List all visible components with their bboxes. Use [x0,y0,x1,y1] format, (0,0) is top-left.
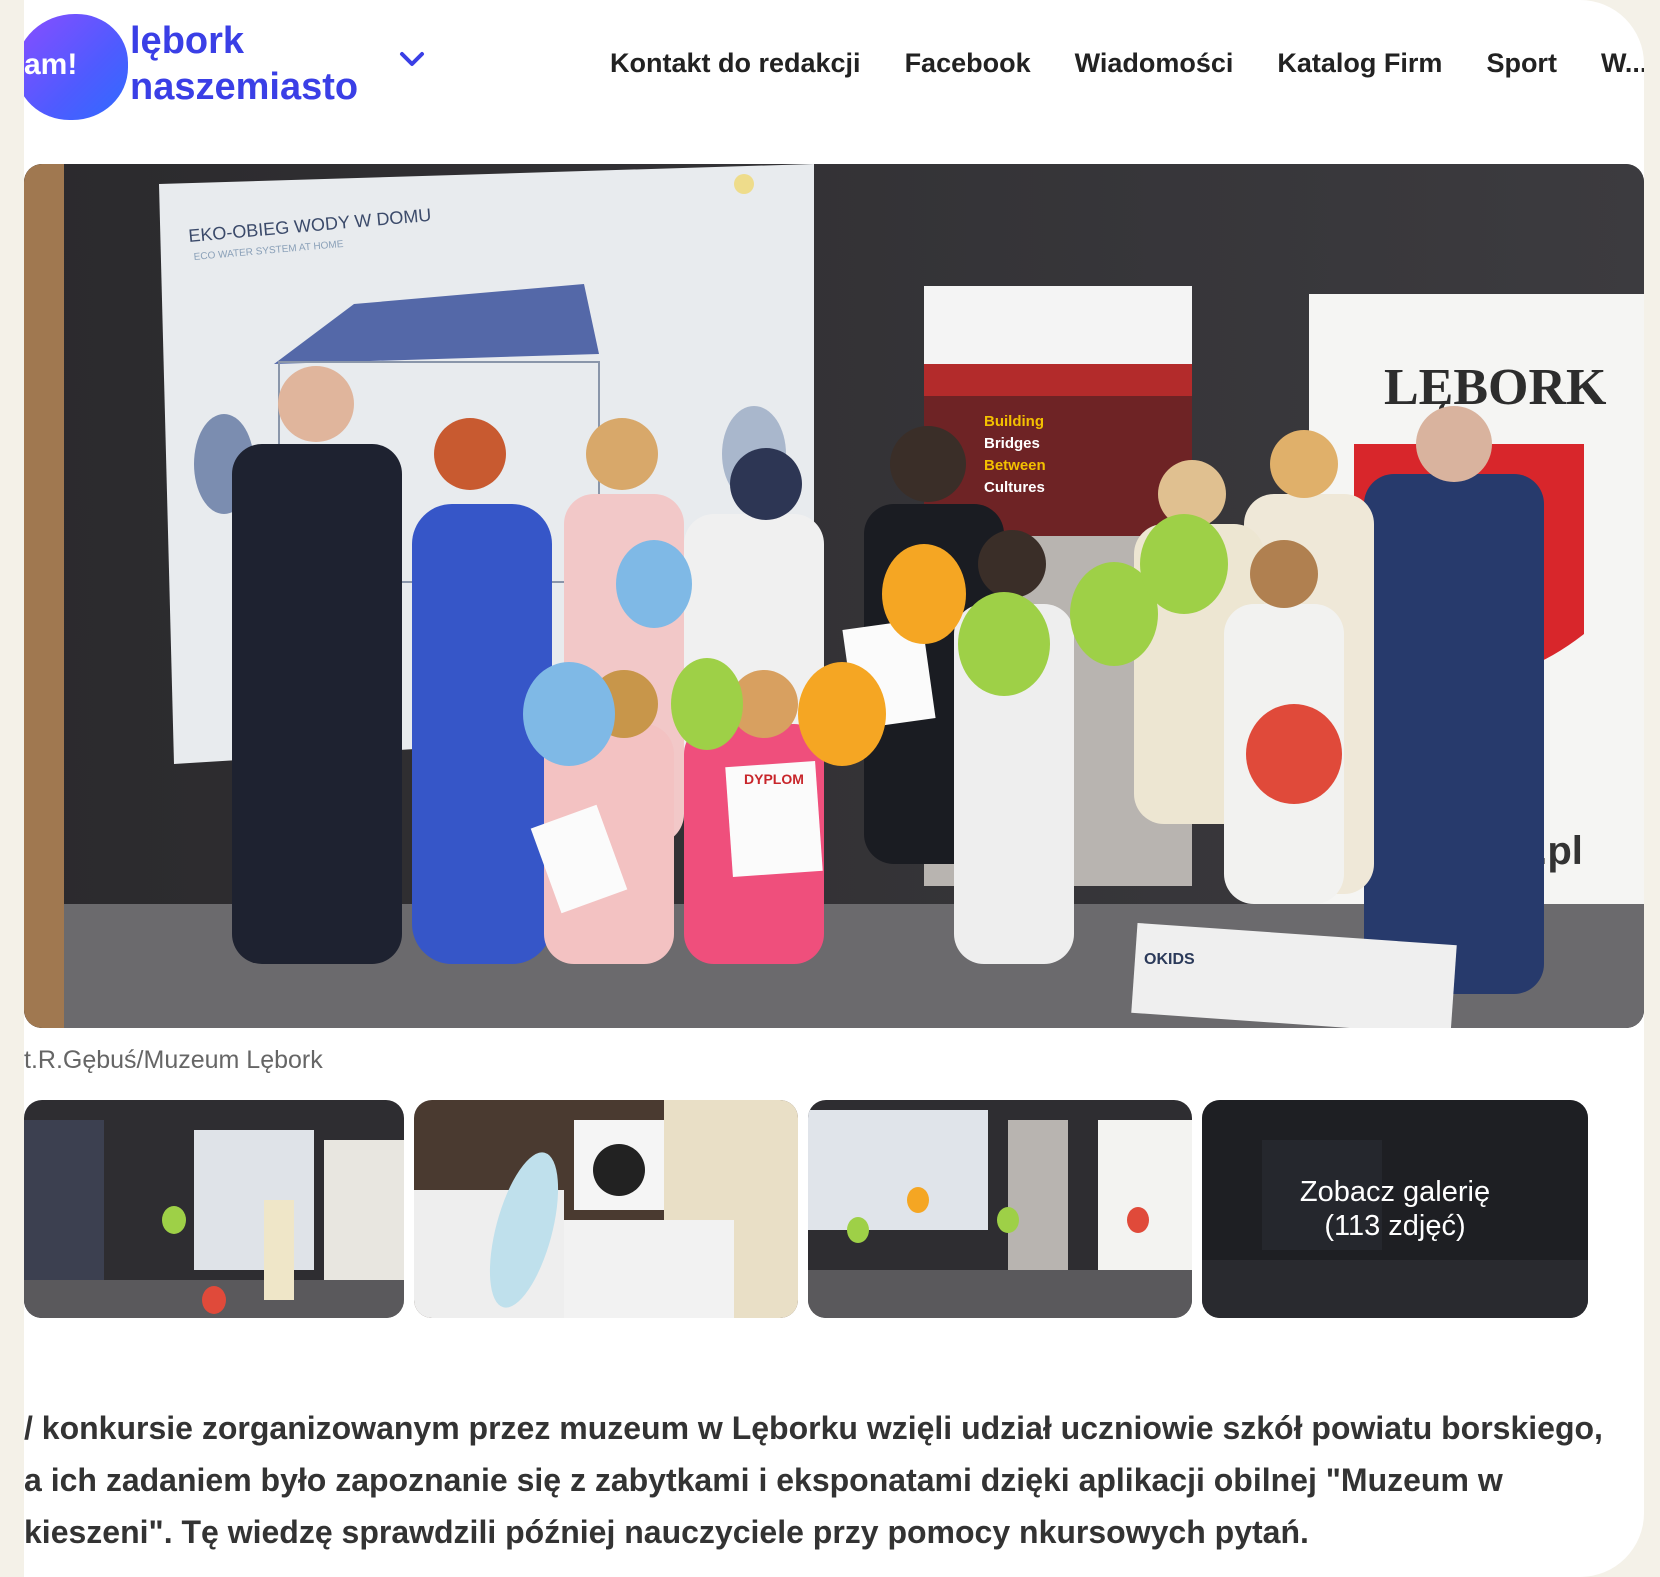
gallery-cta[interactable]: Zobacz galerię (113 zdjęć) [1202,1100,1588,1318]
banner-text-1: Building [984,413,1044,430]
hero-photo[interactable]: EKO-OBIEG WODY W DOMU ECO WATER SYSTEM A… [24,164,1644,1028]
city-banner-text: LĘBORK [1384,359,1607,416]
brand-name[interactable]: lębork naszemiasto [130,18,358,110]
hero-photo-scene: EKO-OBIEG WODY W DOMU ECO WATER SYSTEM A… [24,164,1644,1028]
gallery-thumb-1[interactable] [24,1100,404,1318]
page-frame: am! lębork naszemiasto Kontakt do redakc… [24,0,1644,1577]
gallery-thumb-3[interactable] [808,1100,1192,1318]
main-nav: Kontakt do redakcji Facebook Wiadomości … [610,48,1644,79]
thumb-3-image [808,1100,1192,1318]
thumb-1-image [24,1100,404,1318]
gallery-thumb-4[interactable]: Zobacz galerię (113 zdjęć) [1202,1100,1588,1318]
article-lead: / konkursie zorganizowanym przez muzeum … [24,1410,1603,1550]
nav-item-katalog-firm[interactable]: Katalog Firm [1277,48,1442,79]
thumb-2-image [414,1100,798,1318]
nav-item-facebook[interactable]: Facebook [905,48,1031,79]
gallery-cta-count: (113 zdjęć) [1324,1210,1466,1242]
box-label: OKIDS [1144,951,1195,968]
brand-line-1: lębork [130,20,245,62]
banner-text-4: Cultures [984,479,1045,496]
banner-text-3: Between [984,457,1046,474]
chevron-down-icon[interactable] [394,46,430,74]
brand-line-2: naszemiasto [130,66,359,108]
logo-icon[interactable]: am! [24,14,128,120]
gallery-thumbnails: Zobacz galerię (113 zdjęć) [24,1100,1644,1320]
gallery-thumb-2[interactable] [414,1100,798,1318]
photo-caption: t.R.Gębuś/Muzeum Lębork [24,1046,323,1074]
banner-text-2: Bridges [984,435,1040,452]
diploma-label: DYPLOM [744,771,804,787]
nav-item-sport[interactable]: Sport [1486,48,1557,79]
nav-item-wiadomosci[interactable]: Wiadomości [1075,48,1234,79]
nav-item-more[interactable]: W... [1601,48,1644,79]
logo-mark: am! [24,48,78,81]
nav-item-kontakt[interactable]: Kontakt do redakcji [610,48,861,79]
gallery-cta-title: Zobacz galerię [1299,1176,1491,1208]
